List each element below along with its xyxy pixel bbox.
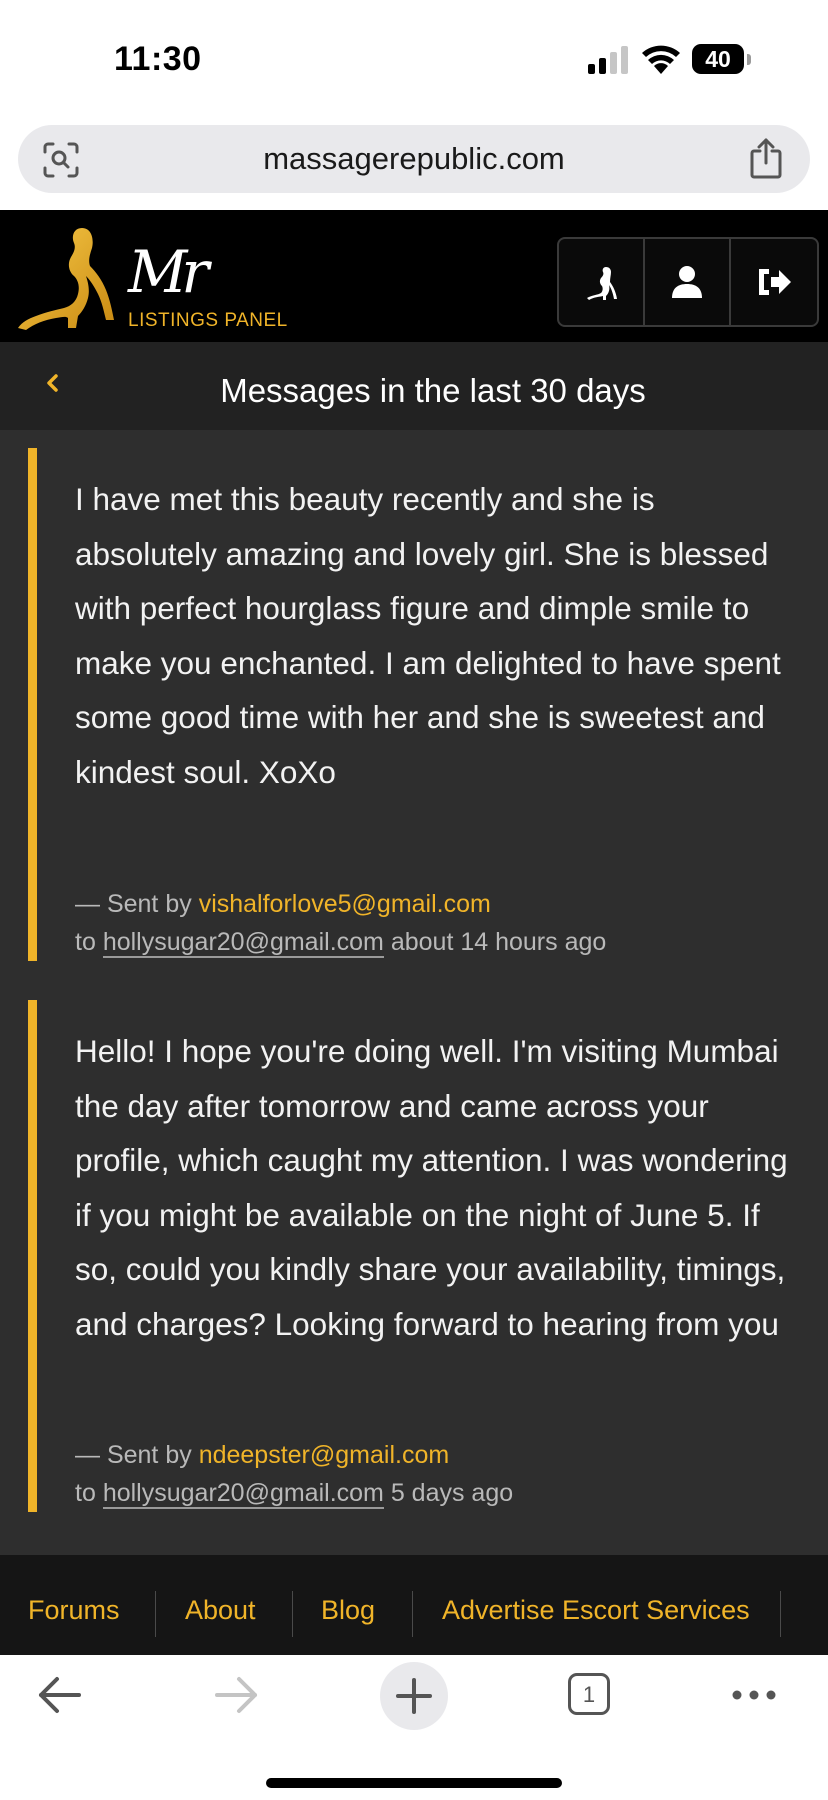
message-meta: — Sent by vishalforlove5@gmail.com to ho… — [75, 885, 785, 961]
logo-subtitle: LISTINGS PANEL — [128, 310, 288, 331]
sender-email-link[interactable]: ndeepster@gmail.com — [199, 1441, 450, 1469]
message-time: about 14 hours ago — [390, 928, 607, 956]
site-header: Mr LISTINGS PANEL — [0, 210, 828, 342]
home-indicator — [266, 1778, 562, 1788]
plus-icon — [396, 1678, 432, 1714]
page-title: Messages in the last 30 days — [220, 372, 646, 409]
message-body: Hello! I hope you're doing well. I'm vis… — [75, 1033, 788, 1342]
footer-divider — [780, 1591, 781, 1637]
sent-by-label: — Sent by — [75, 1441, 192, 1469]
message-meta: — Sent by ndeepster@gmail.com to hollysu… — [75, 1436, 785, 1512]
to-label: to — [75, 928, 96, 956]
footer-nav: Forums About Blog Advertise Escort Servi… — [0, 1555, 828, 1655]
recipient-email-link[interactable]: hollysugar20@gmail.com — [102, 1479, 384, 1509]
account-button[interactable] — [645, 239, 731, 325]
back-button[interactable] — [36, 1673, 84, 1717]
header-icon-group — [557, 237, 819, 327]
address-bar[interactable]: massagerepublic.com — [18, 125, 810, 193]
footer-link-advertise[interactable]: Advertise Escort Services — [442, 1585, 750, 1635]
browser-toolbar: 1 — [0, 1655, 828, 1800]
footer-divider — [155, 1591, 156, 1637]
footer-divider — [292, 1591, 293, 1637]
message-item: I have met this beauty recently and she … — [28, 448, 788, 961]
site-logo[interactable]: Mr LISTINGS PANEL — [16, 224, 287, 334]
status-time: 11:30 — [114, 40, 202, 78]
sent-by-label: — Sent by — [75, 890, 192, 918]
message-item: Hello! I hope you're doing well. I'm vis… — [28, 1000, 788, 1512]
wifi-icon — [642, 45, 680, 74]
footer-link-blog[interactable]: Blog — [321, 1585, 375, 1635]
battery-icon: 40 — [692, 44, 752, 76]
footer-divider — [412, 1591, 413, 1637]
message-time: 5 days ago — [390, 1479, 514, 1507]
figure-button[interactable] — [559, 239, 645, 325]
forward-arrow-icon — [215, 1677, 257, 1713]
to-label: to — [75, 1479, 96, 1507]
logout-icon — [759, 269, 791, 295]
cellular-signal-icon — [588, 46, 628, 74]
reclining-figure-logo-icon — [18, 228, 114, 330]
url-text[interactable]: massagerepublic.com — [18, 125, 810, 193]
figure-icon — [587, 267, 617, 300]
battery-tip — [747, 54, 751, 65]
back-arrow-icon — [39, 1677, 81, 1713]
user-icon — [672, 266, 702, 298]
messages-list: I have met this beauty recently and she … — [0, 430, 828, 1555]
more-button[interactable] — [730, 1681, 778, 1709]
page-title-bar: Messages in the last 30 days — [0, 342, 828, 430]
recipient-email-link[interactable]: hollysugar20@gmail.com — [102, 928, 384, 958]
browser-top-bar: massagerepublic.com — [0, 118, 828, 210]
status-bar: 11:30 40 — [0, 0, 828, 118]
battery-level: 40 — [692, 44, 744, 74]
footer-link-forums[interactable]: Forums — [28, 1585, 120, 1635]
logout-button[interactable] — [731, 239, 817, 325]
message-body: I have met this beauty recently and she … — [75, 481, 781, 790]
tab-switcher-button[interactable]: 1 — [568, 1673, 610, 1715]
more-dots-icon — [732, 1690, 776, 1700]
sender-email-link[interactable]: vishalforlove5@gmail.com — [199, 890, 491, 918]
forward-button[interactable] — [212, 1673, 260, 1717]
footer-link-about[interactable]: About — [185, 1585, 256, 1635]
new-tab-button[interactable] — [380, 1662, 448, 1730]
logo-mark: Mr — [128, 238, 209, 306]
share-icon[interactable] — [748, 137, 784, 179]
